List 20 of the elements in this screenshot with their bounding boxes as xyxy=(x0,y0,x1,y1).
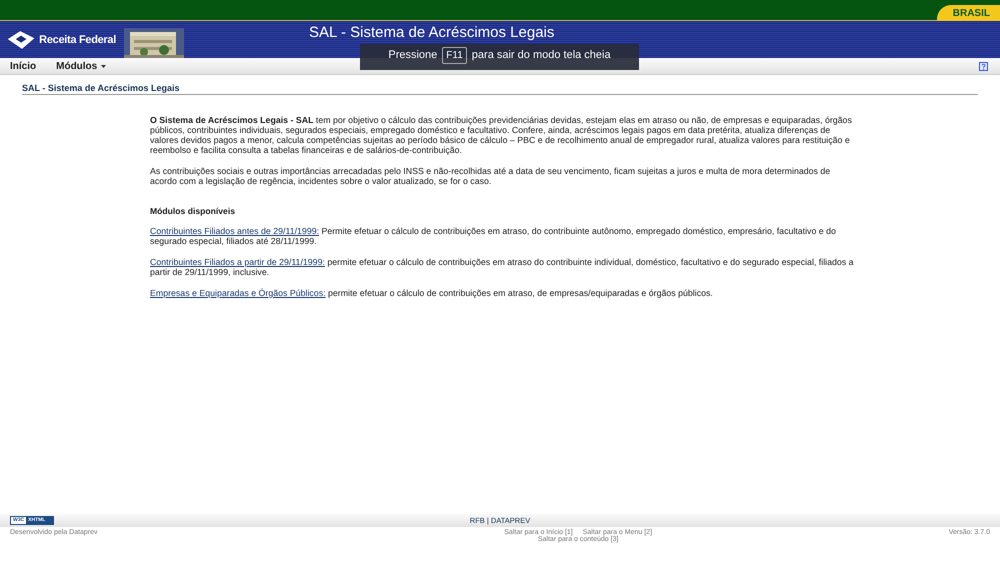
logo-text: Receita Federal xyxy=(39,34,116,46)
intro-paragraph: O Sistema de Acréscimos Legais - SAL tem por objetivo o cálculo das contribuições previdenciárias devidas, estejam elas em atraso ou não, de empresas e equiparadas, órgãos públicos, contribuintes individuais, segurados especiais, empregado doméstico e facultativo. Confere, ainda, acréscimos legais pagos em data pretérita, atualiza diferenças de valores devidos pagos a menor, calcula competências sujeitas ao período básico de cálculo – PBC e de recolhimento anual de empregador rural, atualiza valores para restituição e reembolso e facilita consulta a tabelas financeiras e de salários-de-contribuição. xyxy=(150,115,853,155)
notice-text: para sair do modo tela cheia xyxy=(472,49,611,61)
module-description: Contribuintes Filiados a partir de 29/11/1999: permite efetuar o cálculo de contribuições em atraso do contribuinte individual, doméstico, facultativo e do segurado especial, filiados a partir de 29/11/1999, inclusive. xyxy=(150,257,854,277)
module-link[interactable]: Contribuintes Filiados antes de 29/11/1999: xyxy=(150,226,320,236)
menu-item[interactable]: Módulos xyxy=(56,60,106,72)
help-icon[interactable] xyxy=(979,62,988,70)
module-description: Contribuintes Filiados antes de 29/11/1999: Permite efetuar o cálculo de contribuições em atraso, do contribuinte autônomo, empregado doméstico, empresário, facultativo e do segurado especial, filiados até 28/11/1999. xyxy=(150,226,837,246)
module-description: Empresas e Equiparadas e Órgãos Públicos: permite efetuar o cálculo de contribuições em atraso, de empresas/equiparadas e órgãos públicos. xyxy=(150,288,714,298)
intro-paragraph: As contribuições sociais e outras importâncias arrecadadas pelo INSS e não-recolhidas até a data de seu vencimento, ficam sujeitas a juros e multa de mora determinados de acordo com a legislação de regência, incidentes sobre o valor atualizado, se for o caso. xyxy=(150,166,832,186)
key-badge: F11 xyxy=(442,46,467,64)
section-heading: Módulos disponíveis xyxy=(150,206,236,216)
module-link[interactable]: Contribuintes Filiados a partir de 29/11/1999: xyxy=(150,257,325,267)
brasil-badge[interactable]: BRASIL xyxy=(936,5,1000,21)
notice-text: Pressione xyxy=(388,49,438,61)
module-link[interactable]: Empresas e Equiparadas e Órgãos Públicos: xyxy=(150,288,326,298)
logo-icon xyxy=(6,28,36,50)
app-title: SAL - Sistema de Acréscimos Legais xyxy=(309,24,554,41)
menu-item[interactable]: Início xyxy=(10,60,36,72)
page-heading: SAL - Sistema de Acréscimos Legais xyxy=(22,83,978,95)
